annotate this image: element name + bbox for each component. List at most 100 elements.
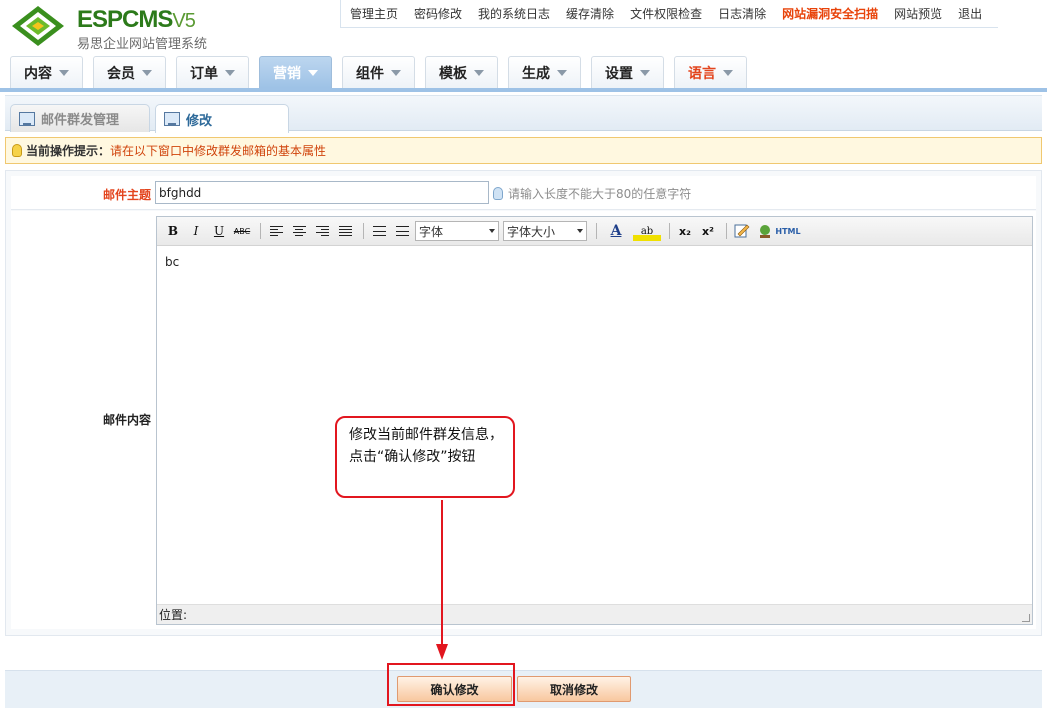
- content-row: 邮件内容 B I U ABC 字体 字体大小 A ab x₂ x² HTML b…: [11, 211, 1036, 629]
- chevron-down-icon: [225, 69, 235, 76]
- monitor-icon: [164, 112, 180, 126]
- dropdown-arrow-icon: [489, 229, 495, 233]
- nav-tab-label: 语言: [688, 65, 716, 82]
- image-icon[interactable]: [755, 221, 775, 241]
- chevron-down-icon: [557, 69, 567, 76]
- align-right-button[interactable]: [312, 221, 332, 241]
- align-left-button[interactable]: [266, 221, 286, 241]
- nav-tab-label: 营销: [273, 65, 301, 82]
- font-select[interactable]: 字体: [415, 221, 499, 241]
- nav-tab-language[interactable]: 语言: [674, 56, 747, 88]
- toolbar-separator: [669, 223, 670, 239]
- topnav-home[interactable]: 管理主页: [350, 5, 398, 22]
- nav-tab-settings[interactable]: 设置: [591, 56, 664, 88]
- subtab-bar: 邮件群发管理 修改: [5, 95, 1042, 133]
- topnav-logout[interactable]: 退出: [958, 5, 982, 22]
- chevron-down-icon: [308, 69, 318, 76]
- callout-annotation: 修改当前邮件群发信息，点击“确认修改”按钮: [335, 416, 515, 498]
- highlight-button[interactable]: ab: [633, 221, 661, 241]
- topnav-password[interactable]: 密码修改: [414, 5, 462, 22]
- subject-label: 邮件主题: [102, 188, 151, 202]
- nav-tab-label: 设置: [605, 65, 633, 82]
- html-source-button[interactable]: HTML: [775, 221, 800, 241]
- nav-divider: [0, 88, 1047, 92]
- logo[interactable]: ESPCMSV5 易思企业网站管理系统: [10, 4, 220, 52]
- nav-tab-generate[interactable]: 生成: [508, 56, 581, 88]
- toolbar-separator: [596, 223, 597, 239]
- topnav-clear-cache[interactable]: 缓存清除: [566, 5, 614, 22]
- edit-icon[interactable]: [732, 221, 752, 241]
- topnav-file-permission[interactable]: 文件权限检查: [630, 5, 702, 22]
- logo-icon: [12, 6, 64, 46]
- bullet-list-button[interactable]: [369, 221, 389, 241]
- underline-button[interactable]: U: [209, 221, 229, 241]
- lightbulb-icon: [12, 144, 22, 157]
- bullet-list-icon: [372, 226, 386, 236]
- subject-hint: 请输入长度不能大于80的任意字符: [493, 185, 691, 202]
- topnav-my-log[interactable]: 我的系统日志: [478, 5, 550, 22]
- align-center-button[interactable]: [289, 221, 309, 241]
- cancel-edit-button[interactable]: 取消修改: [517, 676, 631, 702]
- editor-content-area[interactable]: bc: [157, 247, 1032, 603]
- nav-tab-label: 内容: [24, 65, 52, 82]
- nav-tab-label: 模板: [439, 65, 467, 82]
- nav-tab-label: 生成: [522, 65, 550, 82]
- strikethrough-button[interactable]: ABC: [232, 221, 252, 241]
- nav-tab-template[interactable]: 模板: [425, 56, 498, 88]
- nav-tab-label: 会员: [107, 65, 135, 82]
- font-size-select[interactable]: 字体大小: [503, 221, 587, 241]
- topnav-security-scan[interactable]: 网站漏洞安全扫描: [782, 5, 878, 22]
- chevron-down-icon: [59, 69, 69, 76]
- topnav-preview[interactable]: 网站预览: [894, 5, 942, 22]
- edit-form: 邮件主题 请输入长度不能大于80的任意字符 邮件内容 B I U ABC: [5, 170, 1042, 636]
- top-nav: 管理主页 密码修改 我的系统日志 缓存清除 文件权限检查 日志清除 网站漏洞安全…: [340, 0, 999, 28]
- subject-input[interactable]: [155, 181, 489, 204]
- subtab-edit[interactable]: 修改: [155, 104, 289, 133]
- nav-tab-content[interactable]: 内容: [10, 56, 83, 88]
- nav-tab-marketing[interactable]: 营销: [259, 56, 332, 88]
- main-nav: 内容 会员 订单 营销 组件 模板 生成 设置 语言: [10, 56, 757, 88]
- align-center-icon: [292, 226, 306, 236]
- italic-button[interactable]: I: [186, 221, 206, 241]
- subtab-label: 邮件群发管理: [41, 113, 120, 128]
- numbered-list-icon: [395, 226, 409, 236]
- nav-tab-order[interactable]: 订单: [176, 56, 249, 88]
- numbered-list-button[interactable]: [392, 221, 412, 241]
- subscript-button[interactable]: x₂: [675, 221, 695, 241]
- nav-tab-label: 订单: [190, 65, 218, 82]
- nav-tab-label: 组件: [356, 65, 384, 82]
- font-size-select-value: 字体大小: [507, 224, 556, 239]
- toolbar-separator: [726, 223, 727, 239]
- toolbar-separator: [260, 223, 261, 239]
- content-label: 邮件内容: [102, 413, 151, 427]
- bold-button[interactable]: B: [163, 221, 183, 241]
- arrow-line: [441, 500, 443, 648]
- rich-text-editor: B I U ABC 字体 字体大小 A ab x₂ x² HTML bc 位置:: [156, 216, 1033, 625]
- nav-tab-member[interactable]: 会员: [93, 56, 166, 88]
- logo-wordmark: ESPCMSV5: [77, 6, 196, 33]
- align-right-icon: [315, 226, 329, 236]
- subtab-mail-management[interactable]: 邮件群发管理: [10, 104, 150, 132]
- resize-grip-icon[interactable]: [1022, 614, 1030, 622]
- chevron-down-icon: [474, 69, 484, 76]
- subject-hint-text: 请输入长度不能大于80的任意字符: [508, 187, 692, 201]
- subtab-label: 修改: [186, 113, 213, 129]
- font-color-button[interactable]: A: [602, 221, 630, 241]
- arrow-down-icon: [436, 644, 448, 660]
- operation-tip: 当前操作提示： 请在以下窗口中修改群发邮箱的基本属性: [5, 137, 1042, 164]
- align-left-icon: [269, 226, 283, 236]
- logo-subtitle: 易思企业网站管理系统: [77, 37, 208, 52]
- dropdown-arrow-icon: [577, 229, 583, 233]
- tip-text: 请在以下窗口中修改群发邮箱的基本属性: [110, 144, 327, 158]
- monitor-icon: [19, 111, 35, 126]
- chevron-down-icon: [640, 69, 650, 76]
- toolbar-separator: [363, 223, 364, 239]
- chevron-down-icon: [391, 69, 401, 76]
- lightbulb-icon: [493, 187, 503, 200]
- highlight-box: [387, 663, 515, 706]
- editor-statusbar: 位置:: [157, 604, 1032, 624]
- nav-tab-component[interactable]: 组件: [342, 56, 415, 88]
- superscript-button[interactable]: x²: [698, 221, 718, 241]
- topnav-clear-log[interactable]: 日志清除: [718, 5, 766, 22]
- align-justify-button[interactable]: [335, 221, 355, 241]
